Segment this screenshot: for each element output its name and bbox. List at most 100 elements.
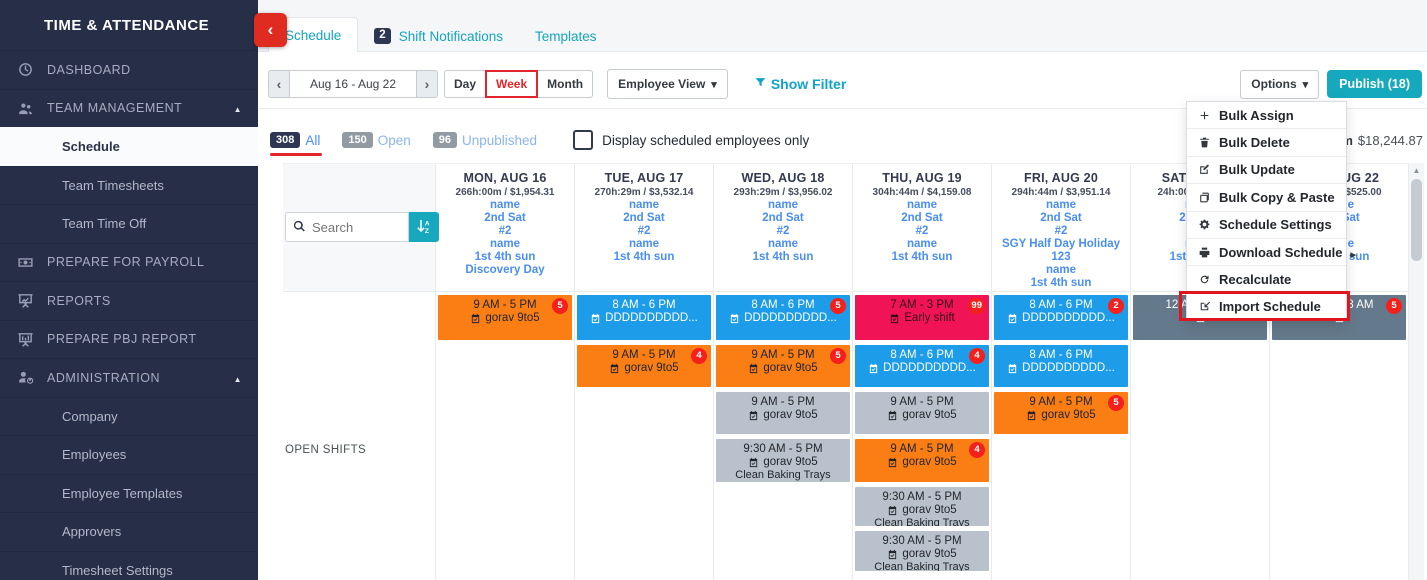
day-link[interactable]: name — [436, 238, 574, 251]
sidebar-item-employees[interactable]: Employees — [0, 435, 258, 474]
sidebar-item-approvers[interactable]: Approvers — [0, 512, 258, 551]
day-link[interactable]: 2nd Sat — [436, 212, 574, 225]
menu-item-bulk-update[interactable]: Bulk Update — [1187, 156, 1346, 183]
day-link[interactable]: name — [992, 199, 1130, 212]
day-link[interactable]: #2 — [992, 225, 1130, 238]
shift-card[interactable]: 9 AM - 5 PMgorav 9to54 — [855, 439, 989, 482]
shift-card[interactable]: 9 AM - 5 PMgorav 9to5 — [855, 392, 989, 434]
day-link[interactable]: name — [853, 238, 991, 251]
day-link[interactable]: 1st 4th sun — [853, 251, 991, 264]
scheduled-only-checkbox-group[interactable]: Display scheduled employees only — [573, 130, 809, 150]
shift-card[interactable]: 9 AM - 5 PMgorav 9to55 — [994, 392, 1128, 434]
day-link[interactable]: name — [992, 264, 1130, 277]
day-link[interactable]: 2nd Sat — [575, 212, 713, 225]
vertical-scrollbar[interactable]: ▲ — [1408, 163, 1424, 580]
day-link[interactable]: name — [436, 199, 574, 212]
menu-item-label: Recalculate — [1219, 272, 1291, 287]
day-header-mon-aug-16: MON, AUG 16266h:00m / $1,954.31name2nd S… — [435, 164, 574, 291]
sidebar-item-administration[interactable]: ADMINISTRATION — [0, 358, 258, 397]
shift-card[interactable]: 9:30 AM - 5 PMgorav 9to5Clean Baking Tra… — [855, 487, 989, 526]
day-column-fri-aug-20: 8 AM - 6 PMDDDDDDDDDD...2 8 AM - 6 PMDDDD… — [991, 292, 1130, 580]
shift-card[interactable]: 9 AM - 5 PMgorav 9to54 — [577, 345, 711, 387]
day-link[interactable]: name — [575, 199, 713, 212]
shift-card[interactable]: 8 AM - 6 PMDDDDDDDDDD... — [994, 345, 1128, 387]
shift-card[interactable]: 8 AM - 6 PMDDDDDDDDDD...2 — [994, 295, 1128, 340]
employee-view-dropdown[interactable]: Employee View — [607, 69, 728, 99]
copy-icon — [1198, 191, 1211, 204]
menu-item-bulk-copy-paste[interactable]: Bulk Copy & Paste — [1187, 183, 1346, 210]
shift-slot — [1133, 389, 1267, 436]
tab-shift-notifications[interactable]: 2Shift Notifications — [358, 20, 519, 52]
day-link[interactable]: 2nd Sat — [992, 212, 1130, 225]
options-button[interactable]: Options — [1240, 70, 1319, 99]
menu-item-import-schedule[interactable]: Import Schedule — [1187, 293, 1346, 320]
view-day-button[interactable]: Day — [444, 70, 486, 98]
day-link[interactable]: 2nd Sat — [853, 212, 991, 225]
day-link[interactable]: 1st 4th sun — [575, 251, 713, 264]
shift-card[interactable]: 8 AM - 6 PMDDDDDDDDDD...4 — [855, 345, 989, 387]
day-link[interactable]: name — [575, 238, 713, 251]
sidebar-item-schedule[interactable]: Schedule — [0, 127, 258, 166]
next-week-button[interactable]: › — [416, 70, 438, 98]
scheduled-only-checkbox[interactable] — [573, 130, 593, 150]
shift-card[interactable]: 9 AM - 5 PMgorav 9to55 — [438, 295, 572, 340]
sidebar-item-company[interactable]: Company — [0, 397, 258, 436]
sidebar-item-employee-templates[interactable]: Employee Templates — [0, 474, 258, 513]
prev-week-button[interactable]: ‹ — [268, 70, 290, 98]
scrollbar-handle[interactable] — [1411, 179, 1422, 261]
tab-label: Shift Notifications — [399, 29, 503, 44]
menu-item-recalculate[interactable]: Recalculate — [1187, 265, 1346, 292]
caret-down-icon — [711, 77, 717, 91]
day-name: TUE, AUG 17 — [575, 171, 713, 185]
menu-item-bulk-assign[interactable]: Bulk Assign — [1187, 102, 1346, 128]
day-link[interactable]: SGY Half Day Holiday — [992, 238, 1130, 251]
day-link[interactable]: 1st 4th sun — [436, 251, 574, 264]
day-link[interactable]: #2 — [436, 225, 574, 238]
shift-card[interactable]: 9 AM - 5 PMgorav 9to5 — [716, 392, 850, 434]
day-link[interactable]: #2 — [575, 225, 713, 238]
sidebar-item-prepare-pbj-report[interactable]: PREPARE PBJ REPORT — [0, 320, 258, 359]
filter-chip-all[interactable]: 308All — [270, 132, 320, 148]
day-link[interactable]: name — [714, 199, 852, 212]
sort-az-button[interactable]: AZ — [409, 212, 439, 242]
shift-card[interactable]: 8 AM - 6 PMDDDDDDDDDD... — [577, 295, 711, 340]
filter-chip-open[interactable]: 150Open — [342, 132, 410, 148]
view-week-button[interactable]: Week — [485, 70, 538, 98]
sidebar-item-dashboard[interactable]: DASHBOARD — [0, 50, 258, 89]
show-filter-button[interactable]: Show Filter — [754, 76, 846, 92]
day-link[interactable]: Discovery Day — [436, 264, 574, 277]
day-link[interactable]: #2 — [714, 225, 852, 238]
shift-card[interactable]: 9 AM - 5 PMgorav 9to55 — [716, 345, 850, 387]
day-link[interactable]: 1st 4th sun — [992, 277, 1130, 290]
shift-card[interactable]: 9:30 AM - 5 PMgorav 9to5Clean Baking Tra… — [855, 531, 989, 571]
day-link[interactable]: 2nd Sat — [714, 212, 852, 225]
menu-item-label: Schedule Settings — [1219, 217, 1332, 232]
sidebar-item-team-timesheets[interactable]: Team Timesheets — [0, 166, 258, 205]
day-link[interactable]: 123 — [992, 251, 1130, 264]
sidebar-item-timesheet-settings[interactable]: Timesheet Settings — [0, 551, 258, 580]
sidebar-item-team-management[interactable]: TEAM MANAGEMENT — [0, 89, 258, 128]
sidebar-collapse-button[interactable]: ‹ — [254, 13, 287, 47]
day-link[interactable]: name — [714, 238, 852, 251]
shift-name-line: gorav 9to5 — [716, 409, 850, 422]
menu-item-download-schedule[interactable]: Download Schedule — [1187, 238, 1346, 265]
view-month-button[interactable]: Month — [537, 70, 593, 98]
calendar-check-icon — [1007, 363, 1018, 374]
publish-button[interactable]: Publish (18) — [1327, 70, 1422, 98]
shift-card[interactable]: 8 AM - 6 PMDDDDDDDDDD...5 — [716, 295, 850, 340]
filter-chip-unpublished[interactable]: 96Unpublished — [433, 132, 537, 148]
sidebar-item-reports[interactable]: REPORTS — [0, 281, 258, 320]
sidebar-item-prepare-for-payroll[interactable]: PREPARE FOR PAYROLL — [0, 243, 258, 282]
day-link[interactable]: 1st 4th sun — [714, 251, 852, 264]
tab-templates[interactable]: Templates — [519, 20, 613, 52]
date-range[interactable]: Aug 16 - Aug 22 — [290, 70, 416, 98]
shift-card[interactable]: 7 AM - 3 PMEarly shift99 — [855, 295, 989, 340]
menu-item-bulk-delete[interactable]: Bulk Delete — [1187, 128, 1346, 155]
day-link[interactable]: #2 — [853, 225, 991, 238]
day-link[interactable]: name — [853, 199, 991, 212]
shift-card[interactable]: 9:30 AM - 5 PMgorav 9to5Clean Baking Tra… — [716, 439, 850, 482]
menu-item-schedule-settings[interactable]: Schedule Settings — [1187, 211, 1346, 238]
sidebar-item-team-time-off[interactable]: Team Time Off — [0, 204, 258, 243]
scroll-up-icon[interactable]: ▲ — [1409, 163, 1424, 178]
shift-slot — [716, 484, 850, 528]
